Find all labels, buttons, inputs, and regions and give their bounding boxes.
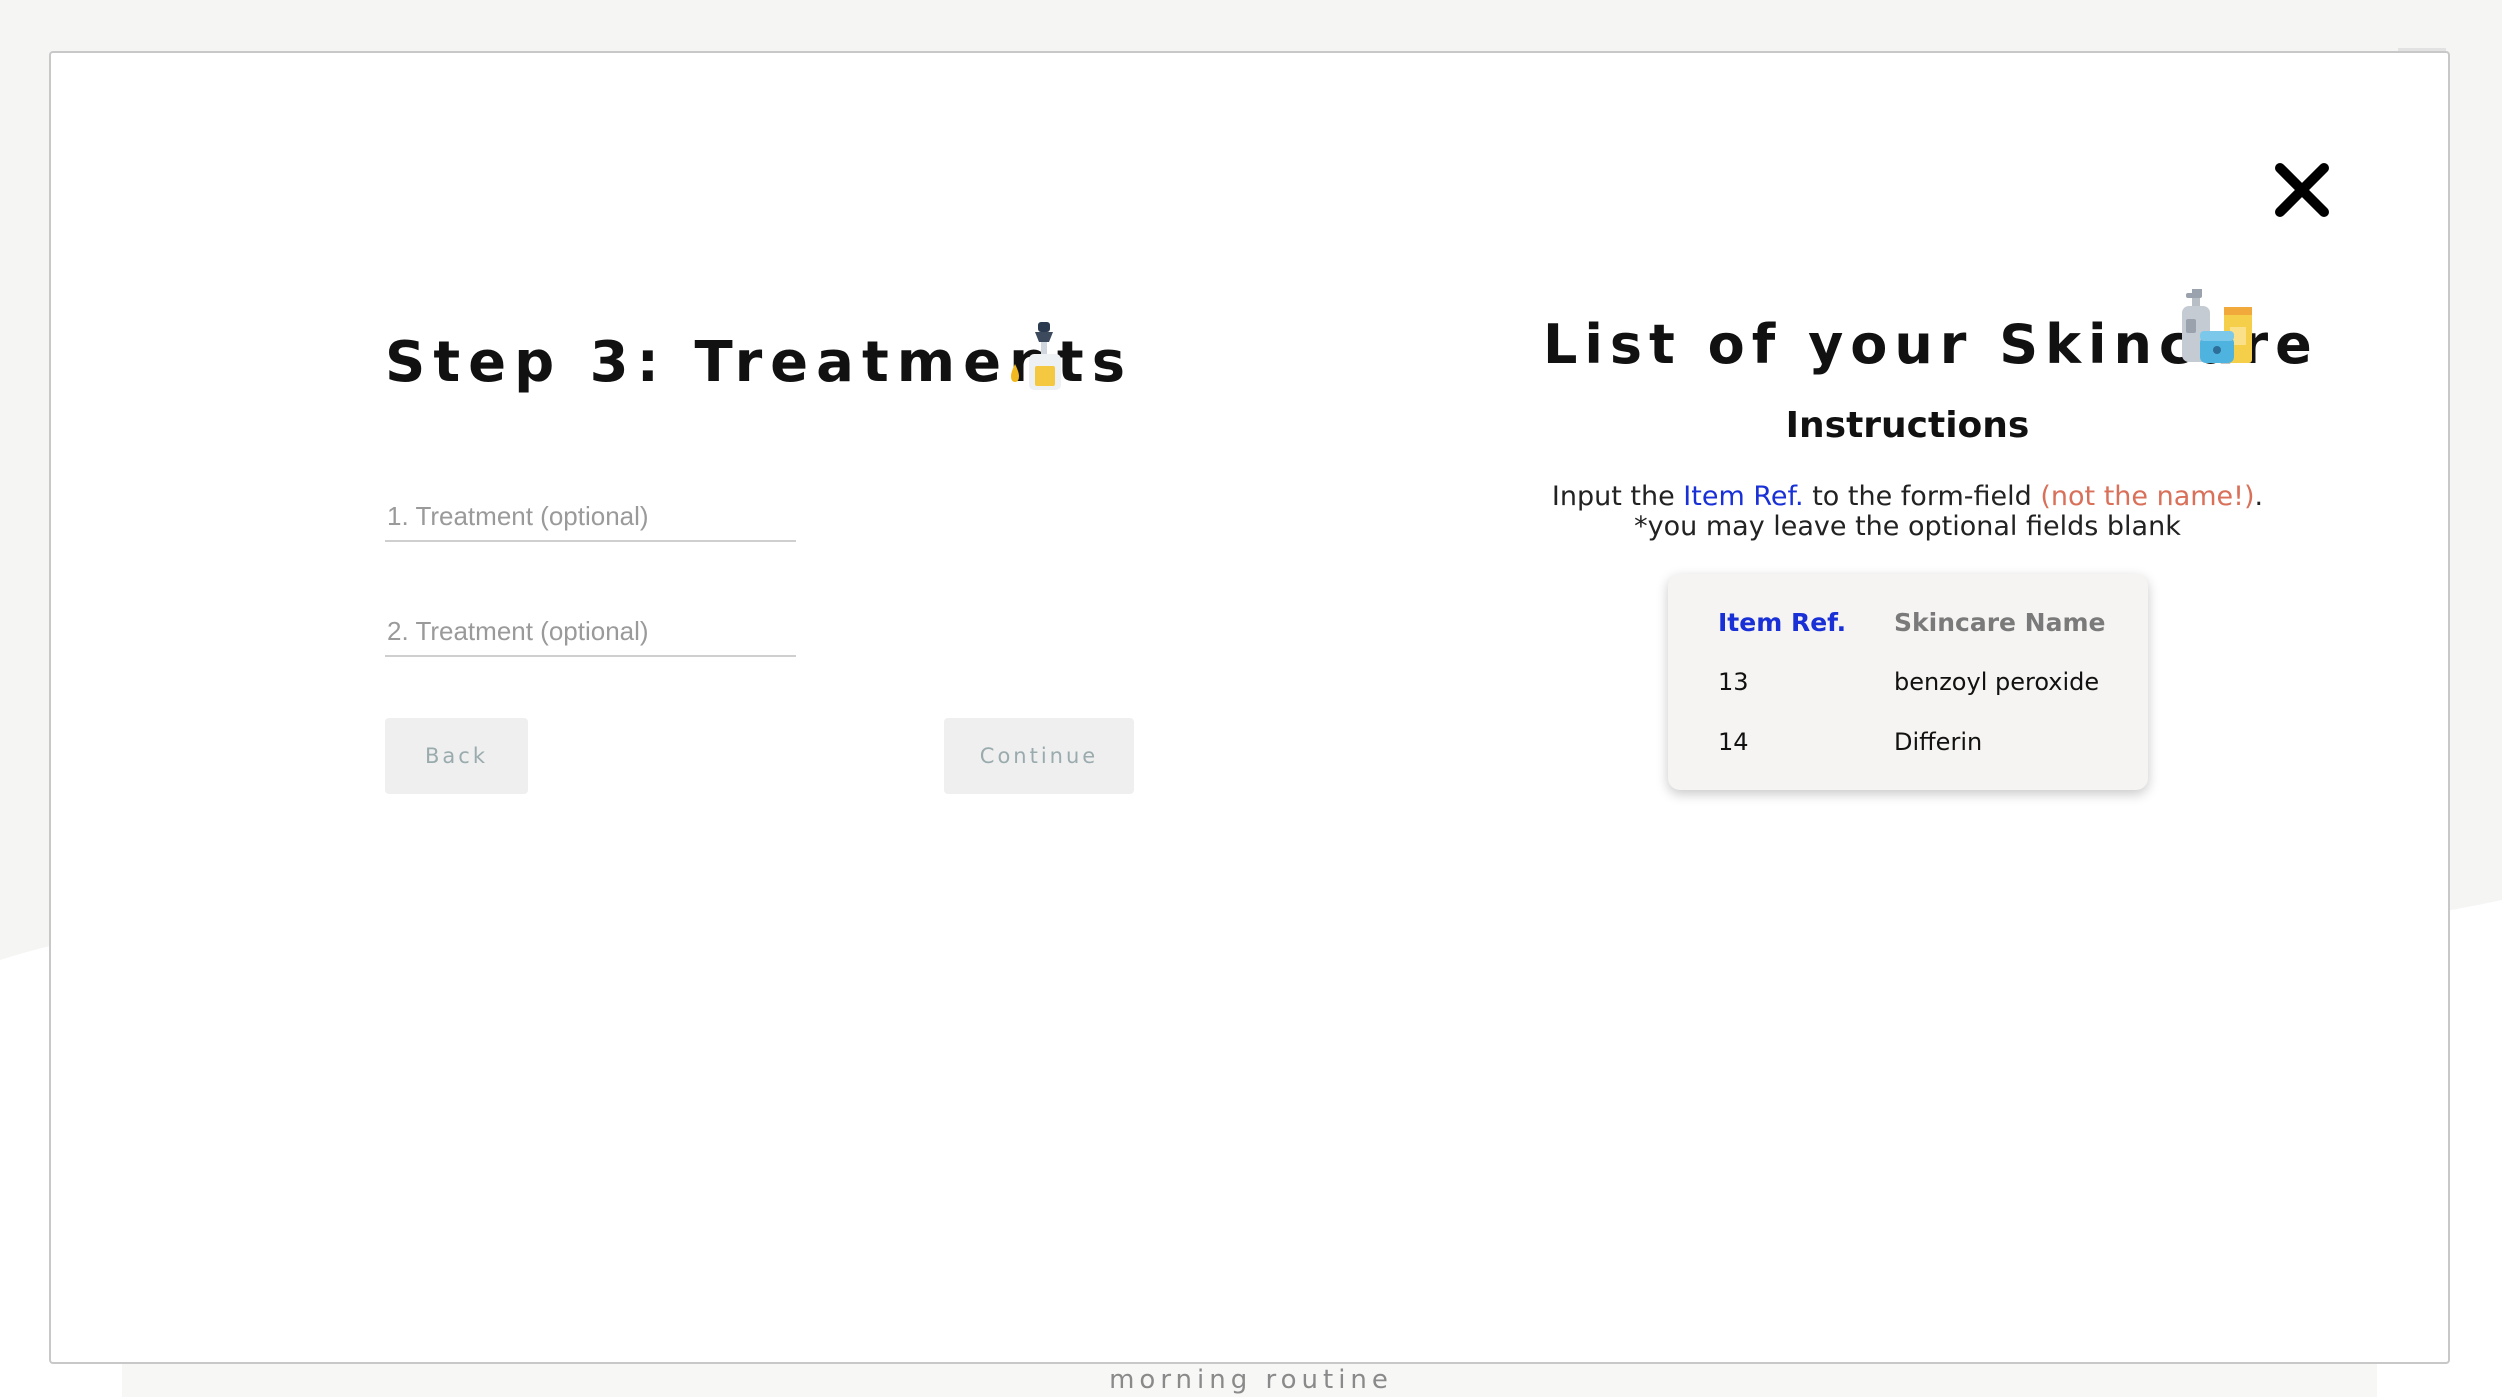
instruction-text: Input the Item Ref. to the form-field (n… <box>1400 481 2415 512</box>
close-icon[interactable] <box>2272 160 2332 220</box>
back-button[interactable]: Back <box>385 718 528 794</box>
skincare-name-cell: Differin <box>1894 728 1983 756</box>
instruction-suffix: . <box>2254 481 2264 512</box>
table-header-row: Item Ref. Skincare Name <box>1718 604 2124 640</box>
instruction-warning: (not the name!) <box>2040 481 2255 512</box>
treatment-1-field[interactable] <box>385 496 796 542</box>
skincare-name-cell: benzoyl peroxide <box>1894 668 2100 696</box>
header-skincare-name: Skincare Name <box>1894 607 2106 637</box>
continue-button[interactable]: Continue <box>944 718 1134 794</box>
footer-label: morning routine <box>1109 1365 1393 1395</box>
item-ref-cell: 13 <box>1718 668 1749 696</box>
instruction-note: *you may leave the optional fields blank <box>1634 511 2181 542</box>
instruction-middle: to the form-field <box>1812 481 2032 512</box>
skincare-table: Item Ref. Skincare Name 13 benzoyl perox… <box>1718 604 2124 772</box>
instructions-heading: Instructions <box>1785 405 2030 446</box>
table-row: 13 benzoyl peroxide <box>1718 640 2124 712</box>
skincare-table-card: Item Ref. Skincare Name 13 benzoyl perox… <box>1668 574 2148 790</box>
treatment-1-input[interactable] <box>385 496 796 540</box>
instruction-prefix: Input the <box>1551 481 1675 512</box>
treatment-2-field[interactable] <box>385 611 796 657</box>
skincare-products-icon <box>2178 287 2256 367</box>
table-row: 14 Differin <box>1718 712 2124 772</box>
treatment-2-input[interactable] <box>385 611 796 655</box>
header-item-ref: Item Ref. <box>1718 607 1847 637</box>
item-ref-cell: 14 <box>1718 728 1749 756</box>
serum-dropper-icon <box>1005 320 1075 392</box>
instruction-item-ref: Item Ref. <box>1683 481 1804 512</box>
